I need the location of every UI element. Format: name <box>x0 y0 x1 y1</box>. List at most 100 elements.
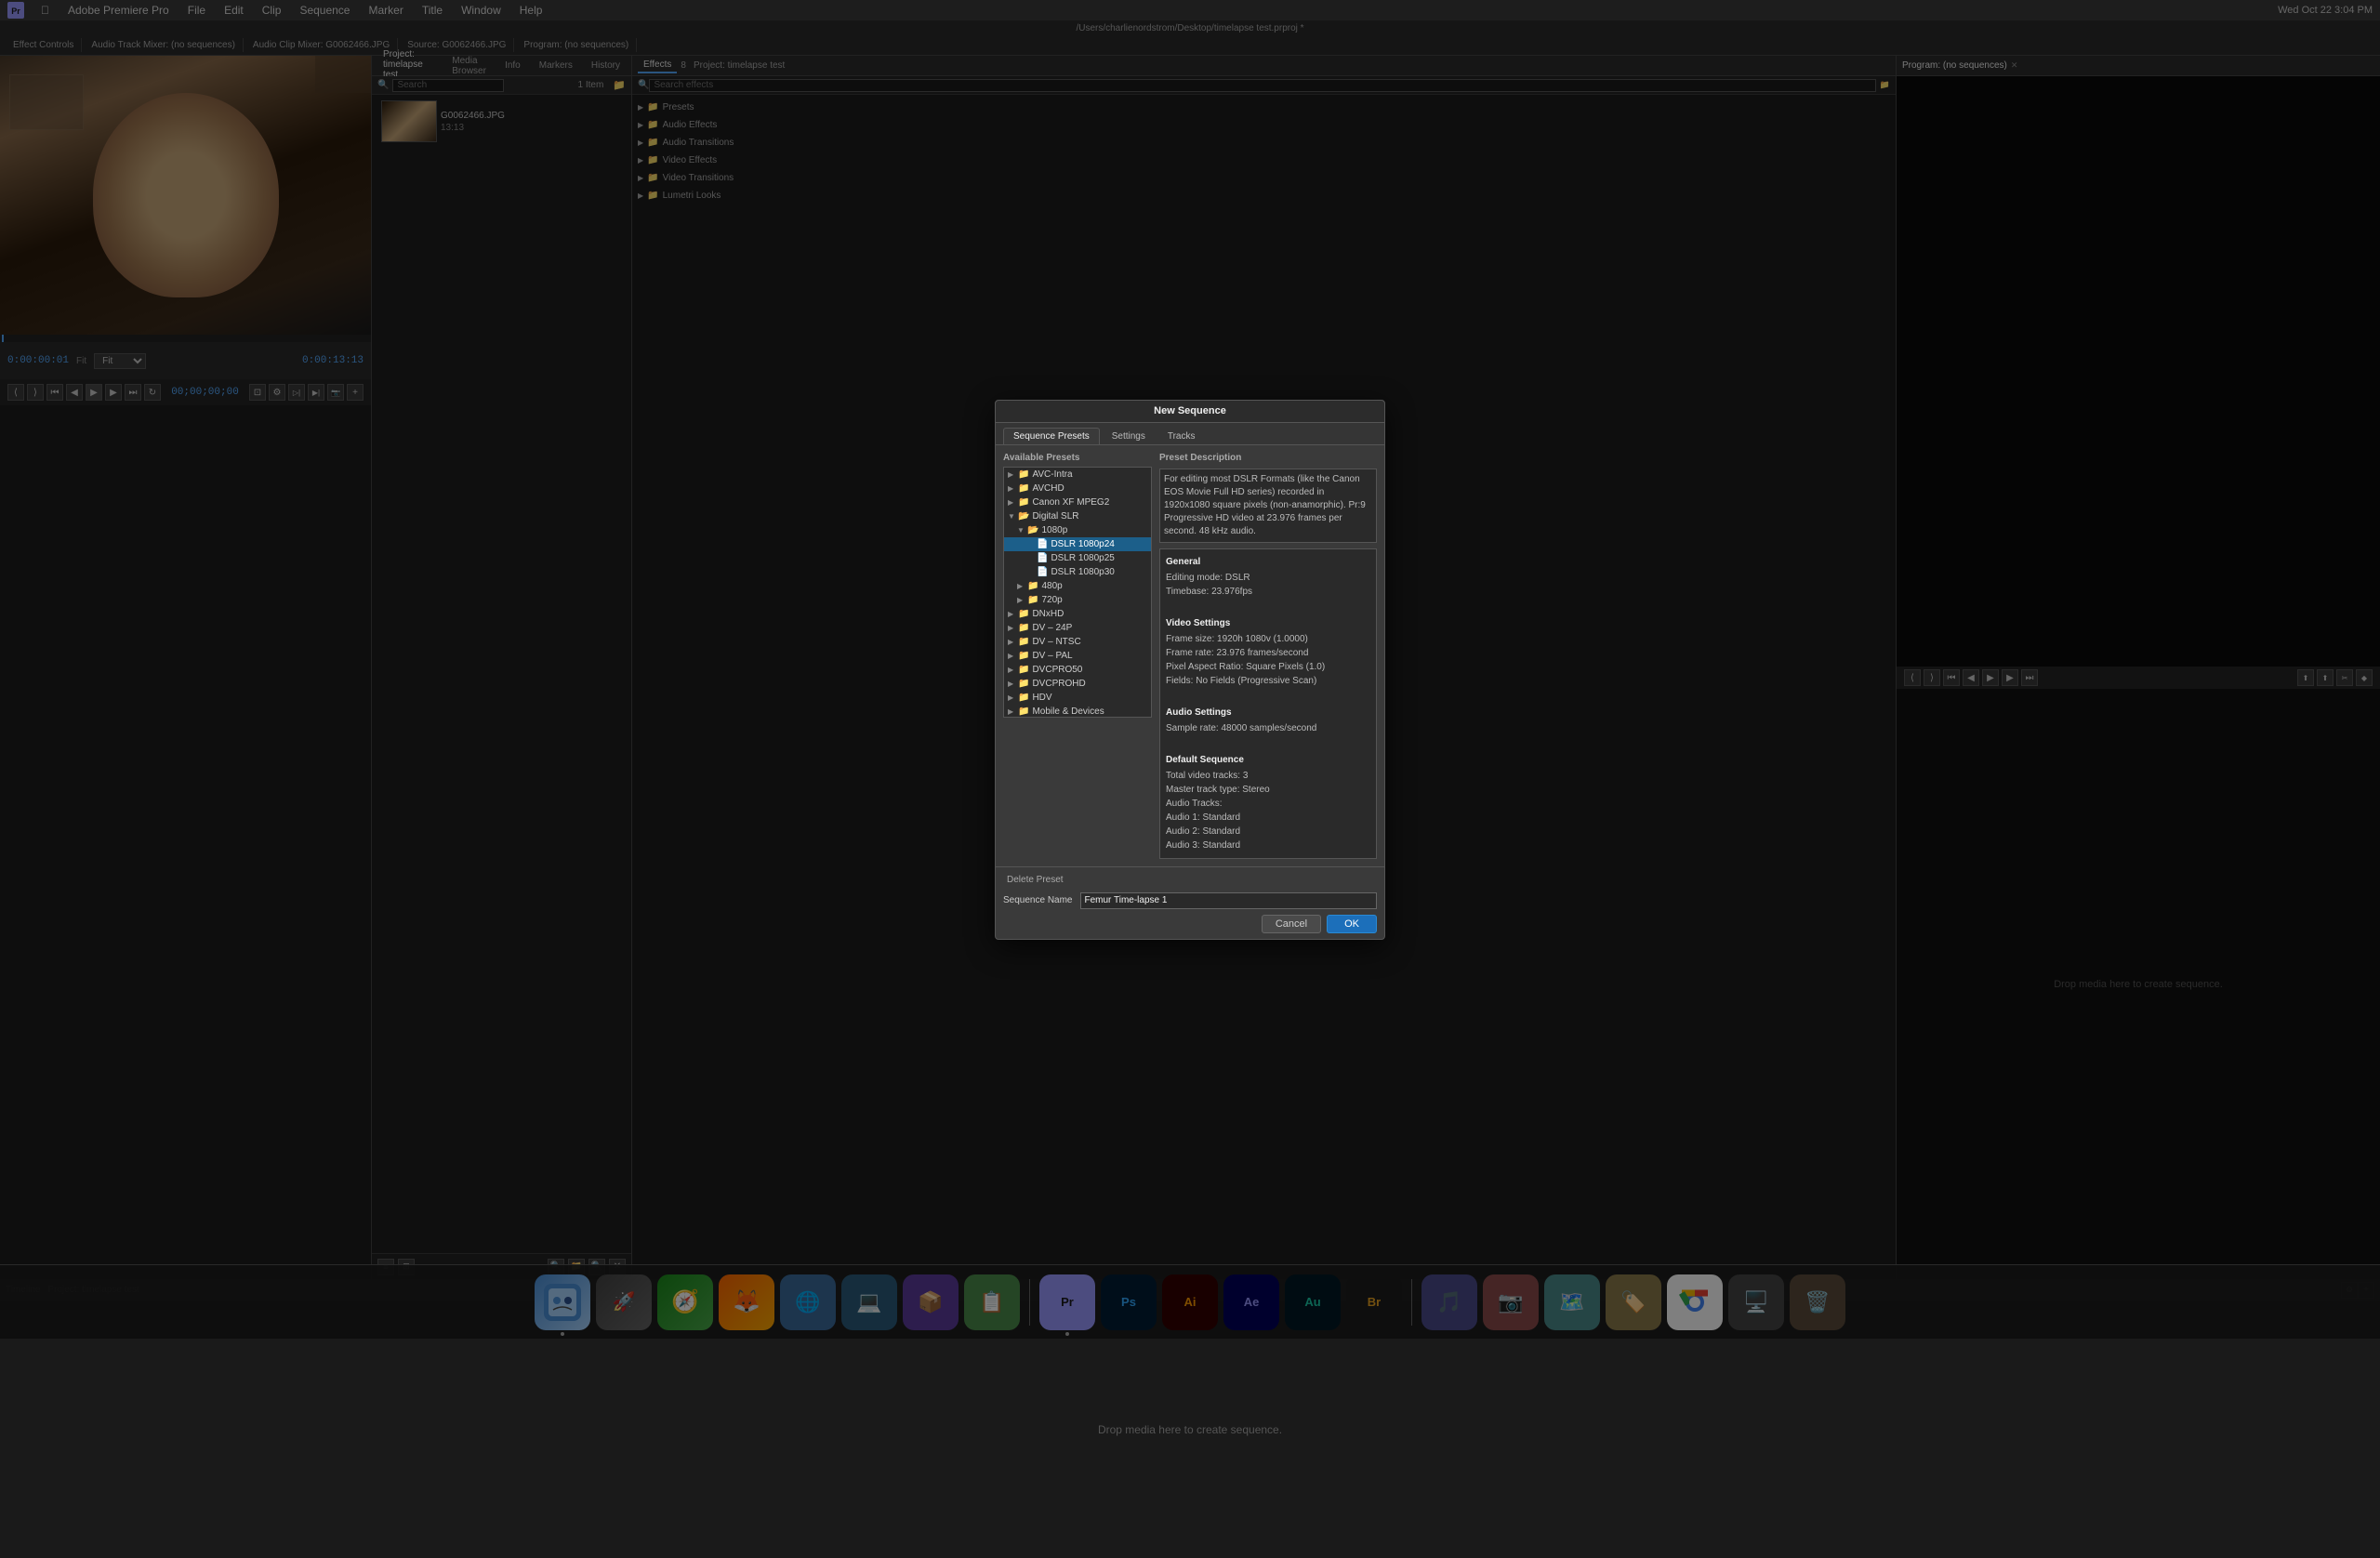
preset-desc-label: Preset Description <box>1159 453 1377 463</box>
dialog-body: Available Presets ▶ 📁 AVC-Intra ▶ 📁 AVCH… <box>996 445 1384 866</box>
tree-item-digital-slr[interactable]: ▼ 📂 Digital SLR <box>1004 509 1151 523</box>
720p-folder-icon: 📁 <box>1027 595 1038 605</box>
dnxhd-label: DNxHD <box>1032 609 1064 619</box>
tree-item-avc-intra[interactable]: ▶ 📁 AVC-Intra <box>1004 468 1151 482</box>
720p-label: 720p <box>1041 595 1062 605</box>
dv-ntsc-arrow: ▶ <box>1008 638 1015 646</box>
dslr-1080p25-label: DSLR 1080p25 <box>1051 553 1114 563</box>
fields: Fields: No Fields (Progressive Scan) <box>1166 674 1370 688</box>
preset-description-text: For editing most DSLR Formats (like the … <box>1164 474 1366 536</box>
dslr-1080p24-label: DSLR 1080p24 <box>1051 539 1114 549</box>
cancel-button[interactable]: Cancel <box>1262 915 1321 933</box>
tree-item-dvcpro50[interactable]: ▶ 📁 DVCPRO50 <box>1004 663 1151 677</box>
sequence-name-input[interactable] <box>1080 892 1378 909</box>
tree-item-mobile-devices[interactable]: ▶ 📁 Mobile & Devices <box>1004 705 1151 718</box>
dialog-tab-tracks[interactable]: Tracks <box>1157 428 1206 444</box>
1080p-arrow: ▼ <box>1017 526 1025 535</box>
tree-item-dslr-1080p30[interactable]: 📄 DSLR 1080p30 <box>1004 565 1151 579</box>
master-track-type: Master track type: Stereo <box>1166 783 1370 797</box>
tree-item-480p[interactable]: ▶ 📁 480p <box>1004 579 1151 593</box>
dslr-1080p25-file-icon: 📄 <box>1037 553 1048 563</box>
avc-intra-label: AVC-Intra <box>1032 469 1072 480</box>
preset-description-box: For editing most DSLR Formats (like the … <box>1159 469 1377 543</box>
tree-item-720p[interactable]: ▶ 📁 720p <box>1004 593 1151 607</box>
delete-preset-row: Delete Preset <box>1003 873 1377 887</box>
audio-settings-title: Audio Settings <box>1166 706 1370 720</box>
dialog-buttons-row: Cancel OK <box>1003 915 1377 933</box>
dvcpro50-folder-icon: 📁 <box>1018 665 1029 675</box>
mobile-arrow: ▶ <box>1008 707 1015 716</box>
tree-item-dv-pal[interactable]: ▶ 📁 DV – PAL <box>1004 649 1151 663</box>
general-section-title: General <box>1166 555 1370 569</box>
frame-rate: Frame rate: 23.976 frames/second <box>1166 646 1370 660</box>
presets-label: Available Presets <box>1003 453 1152 463</box>
dv-ntsc-label: DV – NTSC <box>1032 637 1080 647</box>
audio1: Audio 1: Standard <box>1166 811 1370 825</box>
preset-info-box: General Editing mode: DSLR Timebase: 23.… <box>1159 548 1377 859</box>
hdv-label: HDV <box>1032 693 1051 703</box>
dnxhd-arrow: ▶ <box>1008 610 1015 618</box>
sequence-name-label: Sequence Name <box>1003 895 1073 905</box>
dialog-tab-settings[interactable]: Settings <box>1102 428 1156 444</box>
pixel-aspect: Pixel Aspect Ratio: Square Pixels (1.0) <box>1166 660 1370 674</box>
dvcprohd-folder-icon: 📁 <box>1018 679 1029 689</box>
dvcpro50-arrow: ▶ <box>1008 666 1015 674</box>
total-video-tracks: Total video tracks: 3 <box>1166 769 1370 783</box>
canon-xf-folder-icon: 📁 <box>1018 497 1029 508</box>
dv24p-label: DV – 24P <box>1032 623 1072 633</box>
dv24p-folder-icon: 📁 <box>1018 623 1029 633</box>
hdv-folder-icon: 📁 <box>1018 693 1029 703</box>
dialog-footer: Delete Preset Sequence Name Cancel OK <box>996 866 1384 939</box>
presets-tree[interactable]: ▶ 📁 AVC-Intra ▶ 📁 AVCHD ▶ 📁 Canon X <box>1003 467 1152 718</box>
tree-item-dslr-1080p25[interactable]: 📄 DSLR 1080p25 <box>1004 551 1151 565</box>
digital-slr-arrow: ▼ <box>1008 512 1015 521</box>
dialog-tab-sequence-presets[interactable]: Sequence Presets <box>1003 428 1100 444</box>
tree-item-canon-xf[interactable]: ▶ 📁 Canon XF MPEG2 <box>1004 495 1151 509</box>
dslr-1080p25-arrow <box>1026 554 1034 562</box>
dialog-tab-bar: Sequence Presets Settings Tracks <box>996 423 1384 445</box>
480p-folder-icon: 📁 <box>1027 581 1038 591</box>
avchd-arrow: ▶ <box>1008 484 1015 493</box>
dv-pal-folder-icon: 📁 <box>1018 651 1029 661</box>
1080p-folder-icon: 📂 <box>1027 525 1038 535</box>
tree-item-1080p[interactable]: ▼ 📂 1080p <box>1004 523 1151 537</box>
avchd-label: AVCHD <box>1032 483 1064 494</box>
1080p-label: 1080p <box>1041 525 1067 535</box>
tree-item-hdv[interactable]: ▶ 📁 HDV <box>1004 691 1151 705</box>
timeline-drop-area[interactable]: Drop media here to create sequence. <box>0 1301 2380 1558</box>
tree-item-dv-24p[interactable]: ▶ 📁 DV – 24P <box>1004 621 1151 635</box>
dialog-title-bar: New Sequence <box>996 401 1384 423</box>
audio-tracks-label: Audio Tracks: <box>1166 797 1370 811</box>
default-sequence-title: Default Sequence <box>1166 753 1370 767</box>
dvcprohd-label: DVCPROHD <box>1032 679 1085 689</box>
dslr-1080p24-file-icon: 📄 <box>1037 539 1048 549</box>
tree-item-dvcprohd[interactable]: ▶ 📁 DVCPROHD <box>1004 677 1151 691</box>
ok-button[interactable]: OK <box>1327 915 1377 933</box>
720p-arrow: ▶ <box>1017 596 1025 604</box>
video-settings-title: Video Settings <box>1166 616 1370 630</box>
delete-preset-button[interactable]: Delete Preset <box>1003 873 1067 887</box>
dslr-1080p30-label: DSLR 1080p30 <box>1051 567 1114 577</box>
dslr-1080p30-file-icon: 📄 <box>1037 567 1048 577</box>
canon-xf-arrow: ▶ <box>1008 498 1015 507</box>
tree-item-dnxhd[interactable]: ▶ 📁 DNxHD <box>1004 607 1151 621</box>
tree-item-dv-ntsc[interactable]: ▶ 📁 DV – NTSC <box>1004 635 1151 649</box>
mobile-folder-icon: 📁 <box>1018 706 1029 717</box>
avc-intra-folder-icon: 📁 <box>1018 469 1029 480</box>
480p-arrow: ▶ <box>1017 582 1025 590</box>
presets-right: Preset Description For editing most DSLR… <box>1159 453 1377 859</box>
hdv-arrow: ▶ <box>1008 693 1015 702</box>
digital-slr-folder-icon: 📂 <box>1018 511 1029 522</box>
sample-rate: Sample rate: 48000 samples/second <box>1166 721 1370 735</box>
tree-item-avchd[interactable]: ▶ 📁 AVCHD <box>1004 482 1151 495</box>
mobile-label: Mobile & Devices <box>1032 706 1104 717</box>
dv24p-arrow: ▶ <box>1008 624 1015 632</box>
tree-item-dslr-1080p24[interactable]: 📄 DSLR 1080p24 <box>1004 537 1151 551</box>
frame-size: Frame size: 1920h 1080v (1.0000) <box>1166 632 1370 646</box>
new-sequence-dialog: New Sequence Sequence Presets Settings T… <box>995 400 1385 940</box>
dvcprohd-arrow: ▶ <box>1008 680 1015 688</box>
editing-mode: Editing mode: DSLR <box>1166 571 1370 585</box>
avc-intra-arrow: ▶ <box>1008 470 1015 479</box>
dv-ntsc-folder-icon: 📁 <box>1018 637 1029 647</box>
dialog-title: New Sequence <box>1154 405 1226 416</box>
